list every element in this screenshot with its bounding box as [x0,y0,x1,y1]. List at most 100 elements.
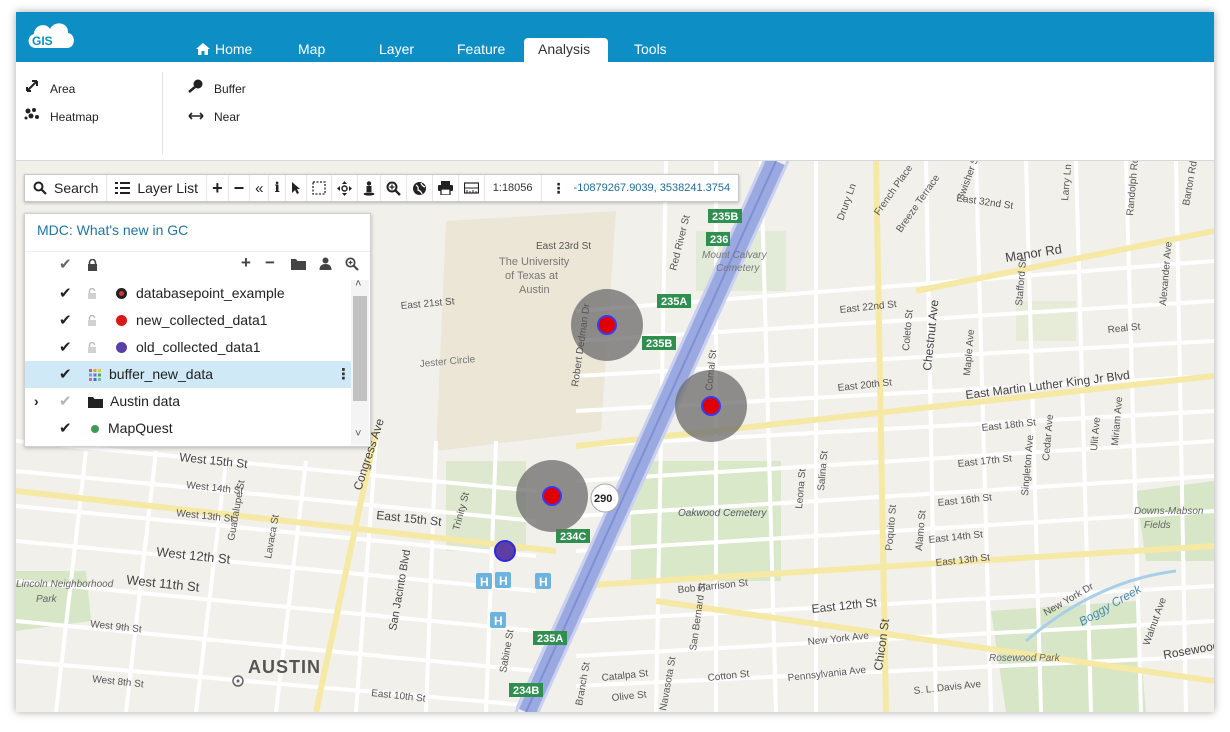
visibility-checkbox[interactable]: ✔ [59,415,72,442]
svg-text:Cemetery: Cemetery [716,263,760,274]
analysis-ribbon: Area Heatmap Buffer Near [16,62,1214,161]
svg-text:Fields: Fields [1144,520,1171,531]
svg-text:of Texas at: of Texas at [505,270,558,282]
scroll-up-icon[interactable]: ˄ [355,278,361,290]
zoom-magnifier-icon [386,181,401,196]
svg-text:235B: 235B [646,338,672,350]
scroll-down-icon[interactable]: ˅ [355,428,361,440]
svg-text:234C: 234C [560,531,586,543]
list-icon [115,182,131,194]
unlocked-icon[interactable] [87,288,97,299]
lock-all-icon[interactable] [87,259,98,271]
oakwood-cemetery-area [631,461,781,581]
svg-text:H: H [494,614,503,628]
tab-tools[interactable]: Tools [620,38,681,62]
tab-map-label: Map [298,41,326,57]
street-view-button[interactable] [358,175,381,201]
ribbon-divider [162,72,163,154]
tab-analysis[interactable]: Analysis [524,38,608,62]
search-icon [33,181,47,195]
svg-text:Oakwood Cemetery: Oakwood Cemetery [678,508,767,519]
tab-map[interactable]: Map [284,38,339,62]
svg-text:Lincoln Neighborhood: Lincoln Neighborhood [16,579,114,590]
svg-text:235A: 235A [537,633,563,645]
area-tool[interactable]: Area [22,79,75,99]
app-window: GIS Home Map Layer Feature Analysis Tool… [16,12,1214,712]
visibility-checkbox[interactable]: ✔ [59,334,72,361]
layer-row[interactable]: ✔ MapQuest [25,415,351,442]
user-icon[interactable] [319,257,332,270]
scrollbar-thumb[interactable] [353,296,367,401]
svg-text:235B: 235B [712,211,738,223]
buffer-tool[interactable]: Buffer [186,79,246,99]
info-icon: i [274,180,280,196]
previous-extent-button[interactable]: « [250,175,270,201]
remove-layer-icon[interactable]: − [265,253,275,273]
heatmap-tool[interactable]: Heatmap [22,107,99,127]
highway-shield: 290 [590,483,620,513]
near-tool[interactable]: Near [186,107,240,127]
zoom-to-layer-icon[interactable] [345,257,359,271]
tab-feature[interactable]: Feature [443,38,519,62]
coordinate-options-button[interactable]: ⋮ [542,175,570,201]
layer-list-button[interactable]: Layer List [107,175,208,201]
add-layer-icon[interactable]: + [241,253,251,273]
map-scale: 1:18056 [485,175,542,201]
visibility-checkbox[interactable]: ✔ [59,388,72,415]
old-collected-point[interactable] [494,540,516,562]
globe-icon [412,181,426,195]
gis-logo[interactable]: GIS [22,16,80,56]
measure-button[interactable] [459,175,485,201]
layer-list-panel: MDC: What's new in GC ✔ + − ✔ databasepo… [24,213,371,447]
expand-arrows-icon [22,79,42,99]
home-icon [196,43,210,55]
collected-point[interactable] [542,486,562,506]
double-chevron-left-icon: « [255,179,264,197]
layer-group-row[interactable]: › ✔ Austin data [25,388,351,415]
highway-shield: 234B [509,683,543,697]
svg-text:Downs-Mabson: Downs-Mabson [1134,506,1204,517]
move-arrows-icon [336,180,352,196]
tab-layer[interactable]: Layer [365,38,428,62]
zoom-out-button[interactable]: − [229,175,251,201]
folder-icon[interactable] [291,258,306,270]
chevron-right-icon[interactable]: › [34,388,39,415]
visibility-checkbox[interactable]: ✔ [59,280,72,307]
svg-text:Park: Park [36,594,58,605]
collected-point[interactable] [701,396,721,416]
ruler-icon [463,182,479,194]
layer-name: new_collected_data1 [136,312,268,328]
tab-home[interactable]: Home [182,38,266,62]
point-symbol-icon [116,315,127,326]
minus-icon: − [233,177,245,198]
point-symbol-icon [116,288,127,299]
unlocked-icon[interactable] [87,315,97,326]
zoom-in-button[interactable]: + [207,175,229,201]
print-button[interactable] [433,175,459,201]
pegman-icon [363,180,375,196]
tab-home-label: Home [215,41,253,57]
layer-row[interactable]: ✔ new_collected_data1 [25,307,351,334]
layer-row[interactable]: ✔ databasepoint_example [25,280,351,307]
layer-row[interactable]: ✔ old_collected_data1 [25,334,351,361]
layer-options-icon[interactable]: ⋮ [336,361,351,388]
svg-text:The University: The University [499,256,570,268]
full-extent-button[interactable] [407,175,433,201]
box-select-button[interactable] [307,175,332,201]
collected-point[interactable] [597,315,617,335]
visibility-checkbox[interactable]: ✔ [59,307,72,334]
visibility-checkbox[interactable]: ✔ [59,361,72,388]
hospital-icon: H [490,612,506,628]
layer-panel-header: ✔ + − [25,251,370,276]
layer-list-scrollbar[interactable]: ˄ ˅ [351,278,369,445]
search-button[interactable]: Search [25,175,108,201]
identify-button[interactable]: i [269,175,286,201]
highway-shield: 235B [642,336,676,350]
unlocked-icon[interactable] [87,342,97,353]
pan-button[interactable] [332,175,358,201]
zoom-to-button[interactable] [381,175,407,201]
layer-row-selected[interactable]: ✔ buffer_new_data ⋮ [25,361,351,388]
check-all-icon[interactable]: ✔ [59,255,72,273]
heatmap-tool-label: Heatmap [50,110,99,124]
select-pointer-button[interactable] [286,175,307,201]
